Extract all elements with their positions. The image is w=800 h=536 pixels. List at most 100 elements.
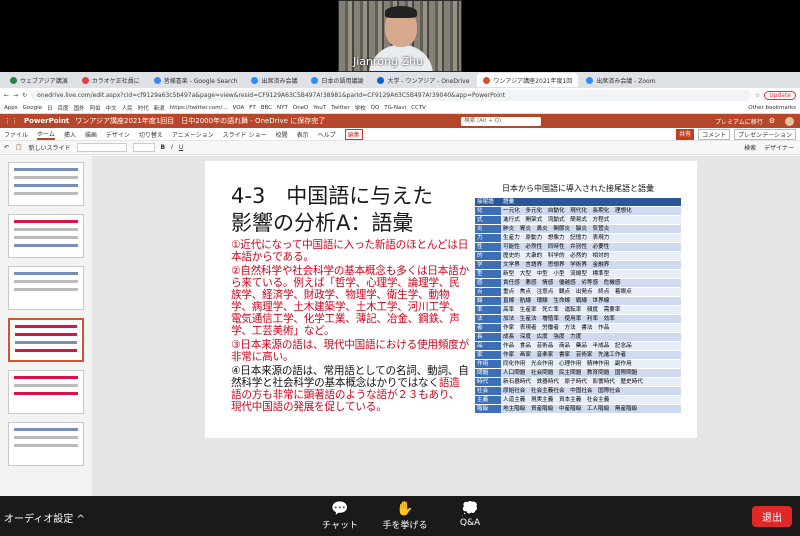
star-icon[interactable]: ☆ — [755, 92, 760, 99]
bookmark-item[interactable]: NYT — [277, 105, 288, 111]
tab-slideshow[interactable]: スライド ショー — [223, 130, 267, 139]
suffix-table-area[interactable]: 日本から中国語に導入された接尾語と語彙 接尾語 語彙 化一元化 多元化 自動化 … — [475, 183, 681, 415]
app-name[interactable]: PowerPoint — [24, 117, 69, 125]
update-button[interactable]: Update — [764, 90, 796, 100]
tab-file[interactable]: ファイル — [4, 130, 28, 139]
bookmark-item[interactable]: https://twitter.com/... — [170, 105, 228, 111]
browser-tab-2[interactable]: 皆様喜楽 - Google Search — [148, 73, 244, 87]
browser-tab-7[interactable]: 出席済み会議 - Zoom — [580, 73, 661, 87]
bookmark-item[interactable]: CCTV — [411, 105, 426, 111]
qa-button[interactable]: 💭 Q&A — [435, 500, 505, 528]
italic-icon[interactable]: I — [171, 144, 173, 151]
bookmark-item[interactable]: Apps — [4, 105, 18, 111]
bookmark-item[interactable]: 学校 — [355, 104, 366, 112]
ribbon-right: 検索 デザイナー — [744, 143, 800, 152]
document-title[interactable]: ワンアジア講座2021年度1回目 日中2000年の語れ舞 - OneDrive … — [75, 116, 325, 126]
suffix-cell: 感 — [475, 278, 501, 289]
browser-tab-1[interactable]: カラオケ正社員に — [76, 73, 146, 87]
chat-button[interactable]: 💬 チャット — [305, 500, 375, 531]
present-button[interactable]: プレゼンテーション — [734, 128, 796, 140]
bookmark-item[interactable]: FT — [249, 105, 255, 111]
new-slide-button[interactable]: 新しいスライド — [29, 143, 71, 152]
find-button[interactable]: 検索 — [744, 143, 756, 152]
table-row: 主義 人道主義 現実主義 資本主義 社会主義 — [475, 395, 681, 406]
bookmark-item[interactable]: VOA — [233, 105, 245, 111]
tab-animations[interactable]: アニメーション — [172, 130, 214, 139]
edit-mode-button[interactable]: 編集 — [344, 128, 363, 140]
avatar[interactable] — [785, 116, 794, 126]
leave-button[interactable]: 退出 — [752, 506, 792, 527]
tab-view[interactable]: 表示 — [297, 130, 309, 139]
browser-tab-5[interactable]: 大学 - ワンアジア - OneDrive — [371, 73, 475, 87]
bookmark-item[interactable]: TG-Navi — [384, 105, 406, 111]
bookmark-item[interactable]: 百度 — [58, 104, 69, 112]
tab-draw[interactable]: 描画 — [85, 130, 97, 139]
bookmark-item[interactable]: 日 — [47, 104, 53, 112]
slide-thumbnail[interactable] — [8, 266, 84, 310]
tab-home[interactable]: ホーム — [37, 129, 55, 140]
tab-transitions[interactable]: 切り替え — [139, 130, 163, 139]
bookmark-item[interactable]: 时代 — [138, 104, 149, 112]
bookmark-item[interactable]: OneD — [293, 105, 308, 111]
slide-canvas[interactable]: 4-3 中国語に与えた 影響の分析A：語彙 ①近代になって中国語に入った新語のほ… — [205, 161, 697, 438]
browser-tab-0[interactable]: ウェブアジア講演 — [4, 73, 74, 87]
slide-thumbnail[interactable] — [8, 370, 84, 414]
vocab-cell: 作家 表現者 労働者 方法 書法 作品 — [501, 323, 681, 334]
tab-label: 出席済み会議 - Zoom — [596, 77, 656, 85]
bookmark-item[interactable]: QQ — [371, 105, 380, 111]
bookmark-item[interactable]: YouT — [313, 105, 326, 111]
paste-icon[interactable]: 📋 — [15, 144, 22, 151]
tab-help[interactable]: ヘルプ — [318, 130, 336, 139]
tab-design[interactable]: デザイン — [106, 130, 130, 139]
font-name-select[interactable] — [76, 143, 127, 152]
settings-icon[interactable]: ⚙ — [769, 117, 775, 125]
table-row: 長成長 深度 広度 強度 力度 — [475, 332, 681, 343]
search-input[interactable]: 検索 (Alt + Q) — [461, 116, 542, 126]
browser-tab-4[interactable]: 日本の語用議論 — [305, 73, 369, 87]
thumb-line — [14, 376, 78, 379]
suffix-cell: 率 — [475, 305, 501, 316]
bookmark-item[interactable]: Twitter — [331, 105, 349, 111]
tab-review[interactable]: 校閲 — [276, 130, 288, 139]
bookmark-item[interactable]: BBC — [261, 105, 272, 111]
forward-icon[interactable]: → — [13, 92, 18, 99]
bookmark-item[interactable]: 人民 — [122, 104, 133, 112]
reload-icon[interactable]: ↻ — [22, 92, 27, 99]
share-button[interactable]: 共有 — [676, 128, 695, 140]
browser-tab-3[interactable]: 出席済み会議 — [245, 73, 303, 87]
back-icon[interactable]: ← — [4, 92, 9, 99]
address-bar-row: ← → ↻ onedrive.live.com/edit.aspx?cid=cf… — [0, 88, 800, 102]
app-launcher-icon[interactable]: ⋮⋮ — [4, 117, 18, 125]
slide-thumbnail[interactable] — [8, 422, 84, 466]
browser-tab-6[interactable]: ワンアジア講座2021年度1回 — [477, 73, 579, 87]
undo-icon[interactable]: ↶ — [4, 144, 9, 151]
bookmark-item[interactable]: 阿伯 — [90, 104, 101, 112]
audio-settings-button[interactable]: オーディオ設定 ^ — [4, 510, 85, 525]
slide-thumbnail-selected[interactable] — [8, 318, 84, 362]
bookmark-item[interactable]: 中文 — [106, 104, 117, 112]
url-input[interactable]: onedrive.live.com/edit.aspx?cid=cf9129a6… — [31, 89, 751, 101]
bookmark-item[interactable]: 国外 — [74, 104, 85, 112]
raise-hand-button[interactable]: ✋ 手を挙げる — [370, 500, 440, 531]
premium-button[interactable]: プレミアムに移行 — [715, 117, 763, 126]
editor-workspace: 4-3 中国語に与えた 影響の分析A：語彙 ①近代になって中国語に入った新語のほ… — [0, 156, 800, 496]
tab-insert[interactable]: 挿入 — [64, 130, 76, 139]
vocab-cell: 新型 大型 中型 小型 流線型 標準型 — [501, 269, 681, 280]
bookmark-item[interactable]: 新浪 — [154, 104, 165, 112]
vocab-cell: 文学界 言語界 思想界 学術界 金融界 — [501, 260, 681, 271]
bold-icon[interactable]: B — [161, 144, 166, 151]
table-row: 作用 同化作用 光合作用 心理作用 精神作用 副作用 — [475, 359, 681, 370]
other-bookmarks[interactable]: Other bookmarks — [748, 105, 800, 111]
comment-button[interactable]: コメント — [698, 128, 731, 140]
font-size-select[interactable] — [132, 143, 155, 152]
slide-text-area[interactable]: 4-3 中国語に与えた 影響の分析A：語彙 ①近代になって中国語に入った新語のほ… — [231, 183, 469, 413]
slide-thumbnail[interactable] — [8, 162, 84, 206]
slide-thumbnail[interactable] — [8, 214, 84, 258]
suffix-cell: 線 — [475, 296, 501, 307]
suffix-cell: 型 — [475, 269, 501, 280]
table-header-cell: 接尾語 — [475, 198, 501, 208]
vocab-cell: 同化作用 光合作用 心理作用 精神作用 副作用 — [501, 359, 681, 370]
underline-icon[interactable]: U — [179, 144, 183, 151]
bookmark-item[interactable]: Google — [23, 105, 42, 111]
designer-button[interactable]: デザイナー — [764, 143, 794, 152]
